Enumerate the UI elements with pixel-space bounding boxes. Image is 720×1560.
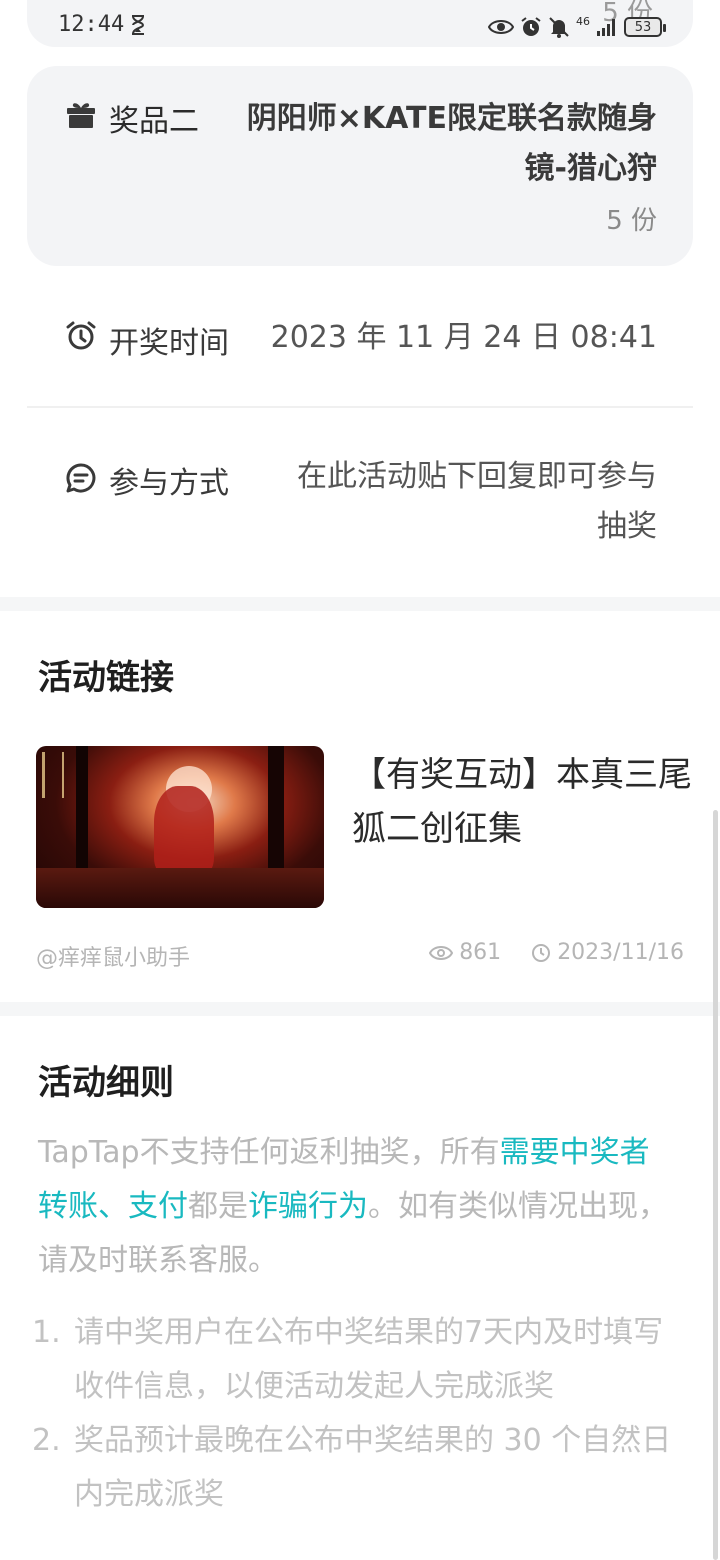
post-stats: 861 2023/11/16 <box>429 940 684 965</box>
activity-post-thumbnail[interactable] <box>36 746 324 908</box>
thumbnail-figure <box>154 786 214 876</box>
scrollbar[interactable] <box>713 810 718 1560</box>
activity-post-title[interactable]: 【有奖互动】本真三尾狐二创征集 <box>352 748 692 856</box>
prize-name: 阴阳师×KATE限定联名款随身镜-猎心狩 <box>246 101 657 186</box>
rules-intro: TapTap不支持任何返利抽奖，所有需要中奖者转账、支付都是诈骗行为。如有类似情… <box>38 1126 678 1288</box>
section-divider <box>0 1002 720 1016</box>
rules-highlight-fraud: 诈骗行为 <box>248 1189 368 1224</box>
rules-intro-text: 都是 <box>188 1189 248 1224</box>
hourglass-icon <box>132 14 145 35</box>
rules-list-item: 1. 请中奖用户在公布中奖结果的7天内及时填写收件信息，以便活动发起人完成派奖 <box>32 1306 682 1414</box>
draw-time-value: 2023 年 11 月 24 日 08:41 <box>270 320 657 355</box>
join-method-label: 参与方式 <box>109 466 229 501</box>
alarm-icon <box>521 17 541 36</box>
view-count: 861 <box>429 940 501 965</box>
activity-link-title: 活动链接 <box>38 658 174 698</box>
view-count-value: 861 <box>459 940 502 965</box>
gift-icon <box>67 103 95 128</box>
join-method-value: 在此活动贴下回复即可参与抽奖 <box>297 459 657 544</box>
activity-post-meta: @痒痒鼠小助手 861 2023/11/16 <box>36 938 684 974</box>
rules-intro-text: TapTap不支持任何返利抽奖，所有 <box>38 1135 500 1170</box>
game-logo <box>42 752 64 798</box>
rules-item-number: 2. <box>32 1423 61 1458</box>
rules-item-number: 1. <box>32 1315 61 1350</box>
eye-icon <box>488 20 514 34</box>
rules-title: 活动细则 <box>38 1063 174 1103</box>
signal-icon <box>597 19 615 36</box>
network-type: 46 <box>576 15 590 28</box>
status-bar-time: 12:44 <box>58 12 146 37</box>
draw-time-row: 开奖时间 2023 年 11 月 24 日 08:41 <box>27 290 693 408</box>
rules-list: 1. 请中奖用户在公布中奖结果的7天内及时填写收件信息，以便活动发起人完成派奖 … <box>32 1306 682 1522</box>
eye-icon <box>429 945 454 960</box>
mute-bell-icon <box>549 17 569 38</box>
draw-time-label: 开奖时间 <box>109 326 229 361</box>
status-bar-icons: 46 53 <box>488 12 666 42</box>
rules-list-item: 2. 奖品预计最晚在公布中奖结果的 30 个自然日内完成派奖 <box>32 1414 682 1522</box>
post-date-value: 2023/11/16 <box>557 940 684 965</box>
rules-item-text: 奖品预计最晚在公布中奖结果的 30 个自然日内完成派奖 <box>74 1423 672 1512</box>
rules-item-text: 请中奖用户在公布中奖结果的7天内及时填写收件信息，以便活动发起人完成派奖 <box>74 1315 664 1404</box>
battery-icon: 53 <box>624 17 666 37</box>
post-author[interactable]: @痒痒鼠小助手 <box>36 940 190 972</box>
prize-card: 奖品二 阴阳师×KATE限定联名款随身镜-猎心狩 5 份 <box>27 66 693 266</box>
section-divider <box>0 597 720 611</box>
join-method-row: 参与方式 在此活动贴下回复即可参与抽奖 <box>27 430 693 580</box>
prize-quantity: 5 份 <box>606 206 657 236</box>
comment-icon <box>66 463 96 493</box>
clock-icon <box>532 943 551 962</box>
clock-text: 12:44 <box>58 12 125 37</box>
alarm-clock-icon <box>66 321 96 350</box>
thumbnail-ground <box>36 868 324 908</box>
prize-label: 奖品二 <box>109 104 199 139</box>
post-date: 2023/11/16 <box>531 940 684 965</box>
battery-level: 53 <box>634 19 652 35</box>
